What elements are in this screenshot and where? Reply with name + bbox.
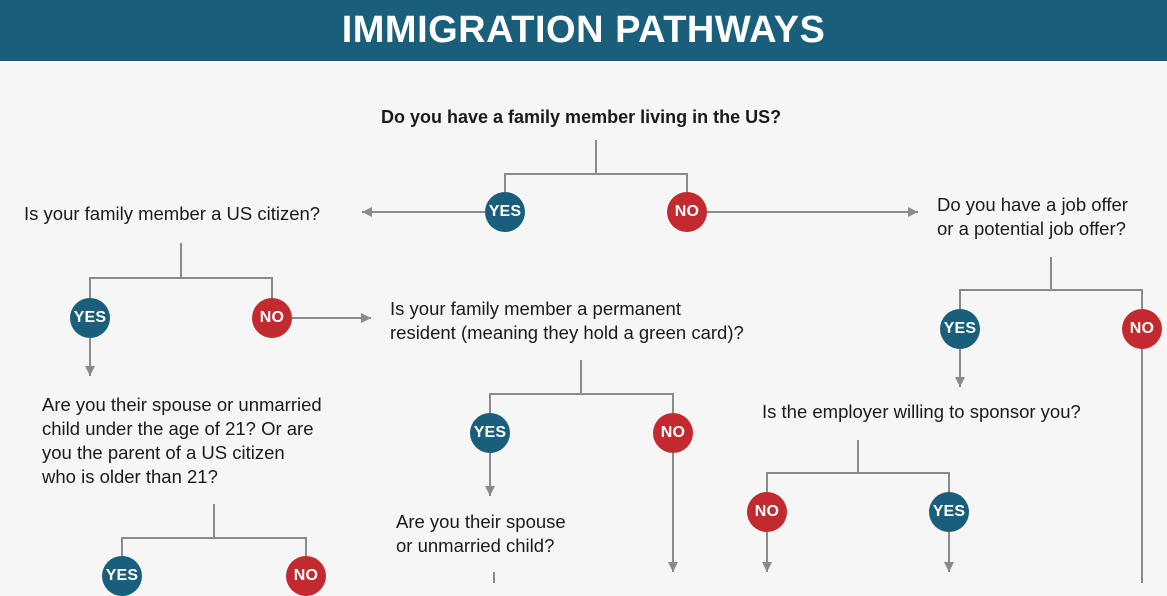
yes-badge-q5: YES xyxy=(102,556,142,596)
question-permanent-resident-line2: resident (meaning they hold a green card… xyxy=(390,322,744,343)
q2-branch-connector xyxy=(89,243,273,298)
question-job-offer-line1: Do you have a job offer xyxy=(937,194,1128,215)
question-spouse-child-parent: Are you their spouse or unmarried child … xyxy=(42,393,322,489)
yes-badge-q3: YES xyxy=(940,309,980,349)
question-family-member-us-citizen: Is your family member a US citizen? xyxy=(24,203,321,224)
q1-branch-connector xyxy=(504,140,688,192)
question-spouse-child-parent-line3: you the parent of a US citizen xyxy=(42,442,285,463)
question-family-member-in-us: Do you have a family member living in th… xyxy=(381,107,782,127)
connector-lines xyxy=(85,140,1143,583)
yes-badge-q2: YES xyxy=(70,298,110,338)
question-employer-sponsor: Is the employer willing to sponsor you? xyxy=(762,401,1081,422)
yes-badge-q1: YES xyxy=(485,192,525,232)
question-spouse-child-parent-line4: who is older than 21? xyxy=(42,466,218,487)
q6-branch-connector xyxy=(766,440,950,492)
q5-branch-connector xyxy=(121,504,307,556)
q4-branch-connector xyxy=(489,360,674,413)
q3-branch-connector xyxy=(959,257,1143,309)
no-badge-q6: NO xyxy=(747,492,787,532)
question-permanent-resident: Is your family member a permanent reside… xyxy=(390,297,744,345)
no-badge-q5: NO xyxy=(286,556,326,596)
question-job-offer: Do you have a job offer or a potential j… xyxy=(937,193,1128,241)
yes-badge-q6: YES xyxy=(929,492,969,532)
question-spouse-or-unmarried-child-line1: Are you their spouse xyxy=(396,511,566,532)
no-badge-q2: NO xyxy=(252,298,292,338)
question-spouse-child-parent-line1: Are you their spouse or unmarried xyxy=(42,394,322,415)
question-job-offer-line2: or a potential job offer? xyxy=(937,218,1126,239)
no-badge-q3: NO xyxy=(1122,309,1162,349)
yes-badge-q4: YES xyxy=(470,413,510,453)
no-badge-q4: NO xyxy=(653,413,693,453)
question-spouse-or-unmarried-child-line2: or unmarried child? xyxy=(396,535,555,556)
question-permanent-resident-line1: Is your family member a permanent xyxy=(390,298,681,319)
question-spouse-child-parent-line2: child under the age of 21? Or are xyxy=(42,418,314,439)
no-badge-q1: NO xyxy=(667,192,707,232)
question-spouse-or-unmarried-child: Are you their spouse or unmarried child? xyxy=(396,510,566,558)
